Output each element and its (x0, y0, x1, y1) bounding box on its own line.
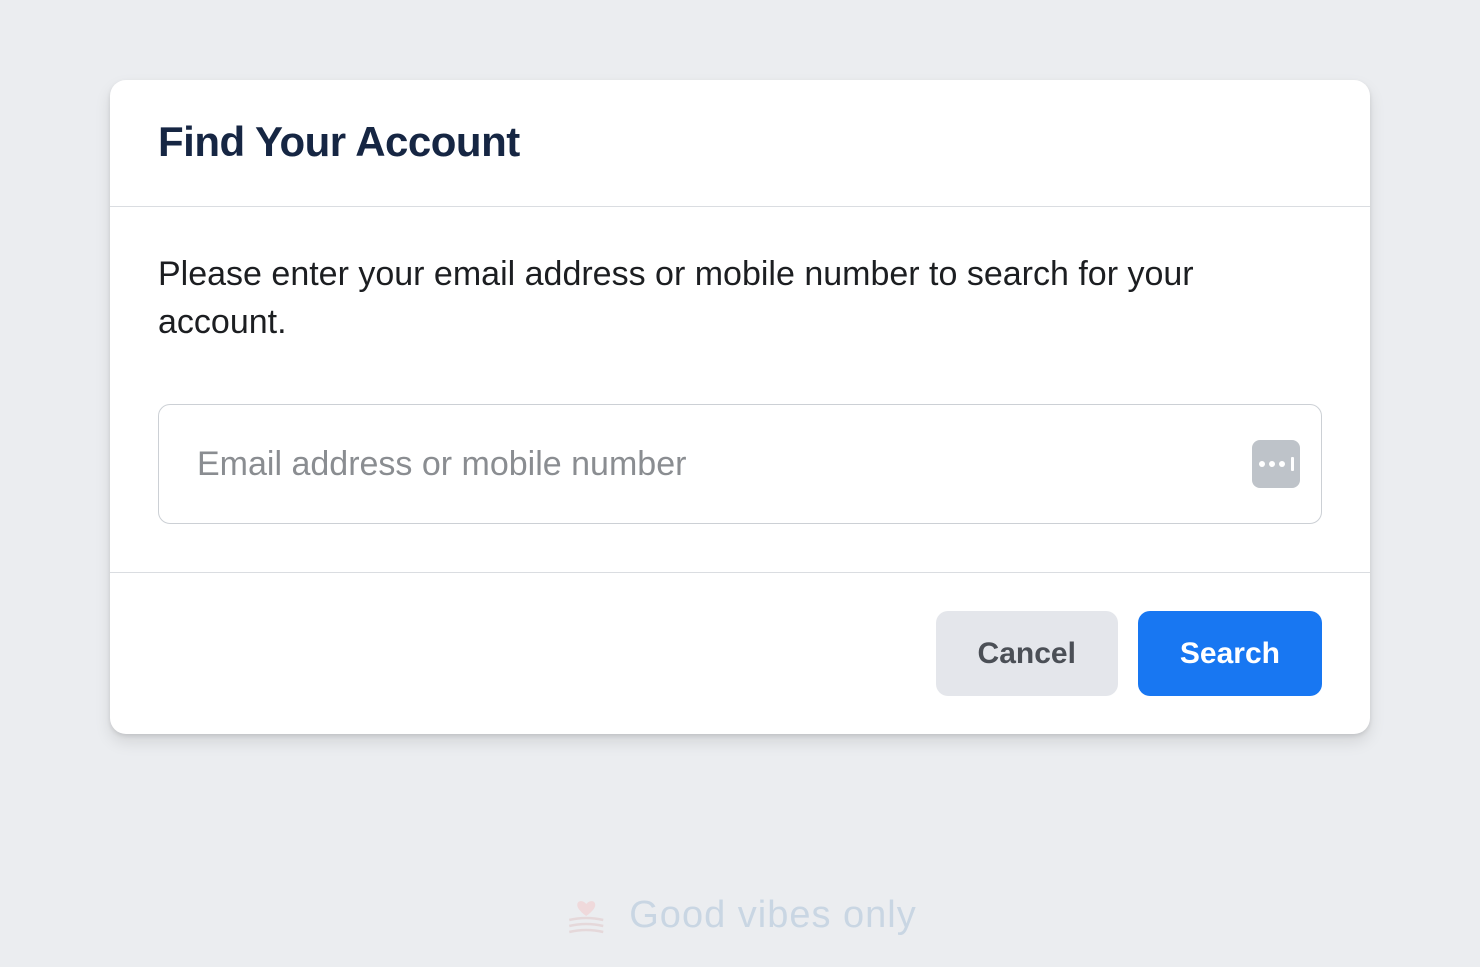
card-body: Please enter your email address or mobil… (110, 207, 1370, 573)
card-title: Find Your Account (158, 118, 1322, 166)
password-manager-icon[interactable] (1252, 440, 1300, 488)
card-footer: Cancel Search (110, 573, 1370, 734)
footer-brand: Good vibes only (563, 894, 917, 937)
find-account-card: Find Your Account Please enter your emai… (110, 80, 1370, 734)
heart-book-icon (563, 896, 609, 936)
email-input[interactable] (158, 404, 1322, 524)
input-wrapper (158, 404, 1322, 524)
instruction-text: Please enter your email address or mobil… (158, 251, 1322, 346)
cancel-button[interactable]: Cancel (936, 611, 1118, 696)
card-header: Find Your Account (110, 80, 1370, 207)
search-button[interactable]: Search (1138, 611, 1322, 696)
footer-brand-text: Good vibes only (629, 894, 917, 937)
